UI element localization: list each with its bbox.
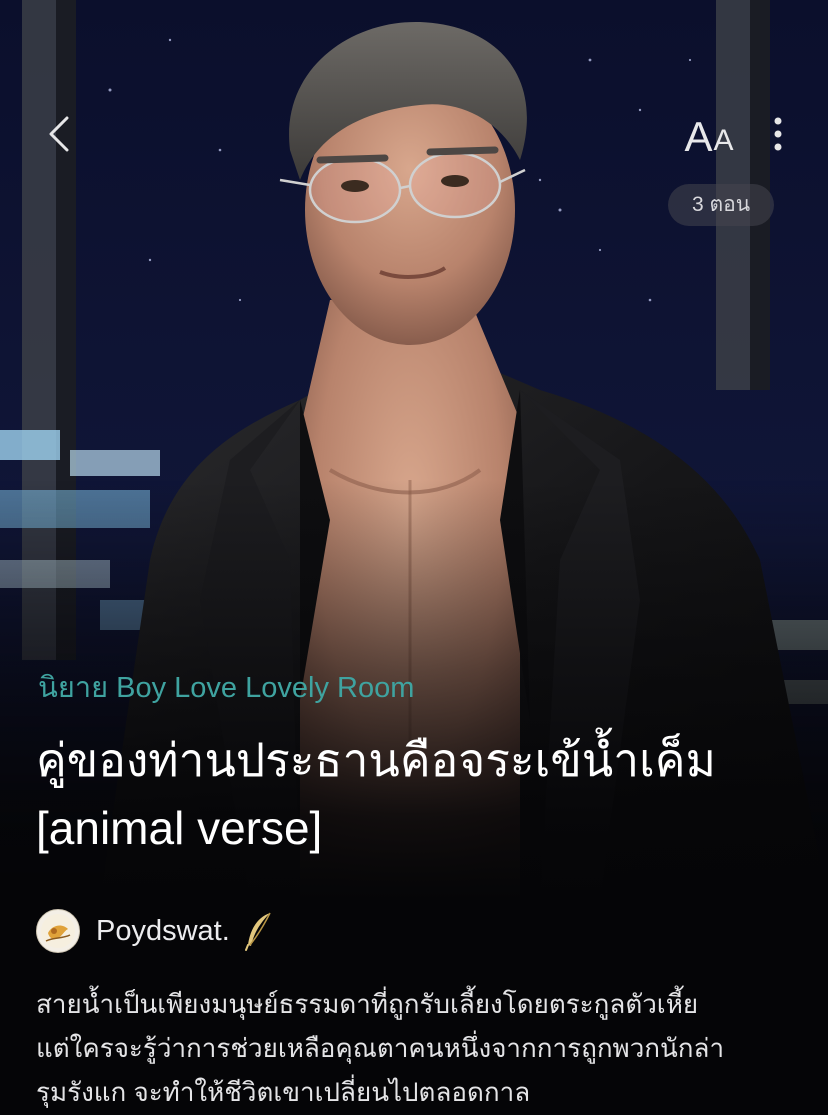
category-link[interactable]: นิยาย Boy Love Lovely Room — [38, 664, 414, 710]
synopsis-text: สายน้ำเป็นเพียงมนุษย์ธรรมดาที่ถูกรับเลี้… — [36, 982, 812, 1114]
synopsis-line-1: สายน้ำเป็นเพียงมนุษย์ธรรมดาที่ถูกรับเลี้… — [36, 989, 699, 1019]
more-options-button[interactable] — [758, 108, 798, 160]
synopsis-line-2: แต่ใครจะรู้ว่าการช่วยเหลือคุณตาคนหนึ่งจา… — [36, 1033, 725, 1063]
author-row[interactable]: Poydswat. — [36, 906, 274, 956]
more-vertical-icon — [774, 117, 782, 151]
synopsis-line-3: รุมรังแก จะทำให้ชีวิตเขาเปลี่ยนไปตลอดกาล — [36, 1077, 531, 1107]
feather-icon — [244, 911, 274, 951]
back-button[interactable] — [36, 108, 80, 160]
font-size-icon-small: A — [713, 124, 734, 157]
avatar[interactable] — [36, 909, 80, 953]
font-size-icon: A — [684, 113, 713, 160]
author-avatar-image — [41, 914, 75, 948]
chevron-left-icon — [49, 116, 69, 152]
font-size-button[interactable]: AA — [676, 108, 742, 160]
page-title: คู่ของท่านประธานคือจระเข้น้ำเค็ม [animal… — [36, 726, 806, 862]
title-line-1: คู่ของท่านประธานคือจระเข้น้ำเค็ม — [36, 734, 716, 786]
author-name[interactable]: Poydswat. — [96, 915, 230, 948]
episode-count-badge[interactable]: 3 ตอน — [668, 184, 775, 226]
title-line-2: [animal verse] — [36, 802, 323, 854]
novel-detail-screen: AA 3 ตอน นิยาย Boy Love Lovely Room คู่ข… — [0, 0, 828, 1115]
